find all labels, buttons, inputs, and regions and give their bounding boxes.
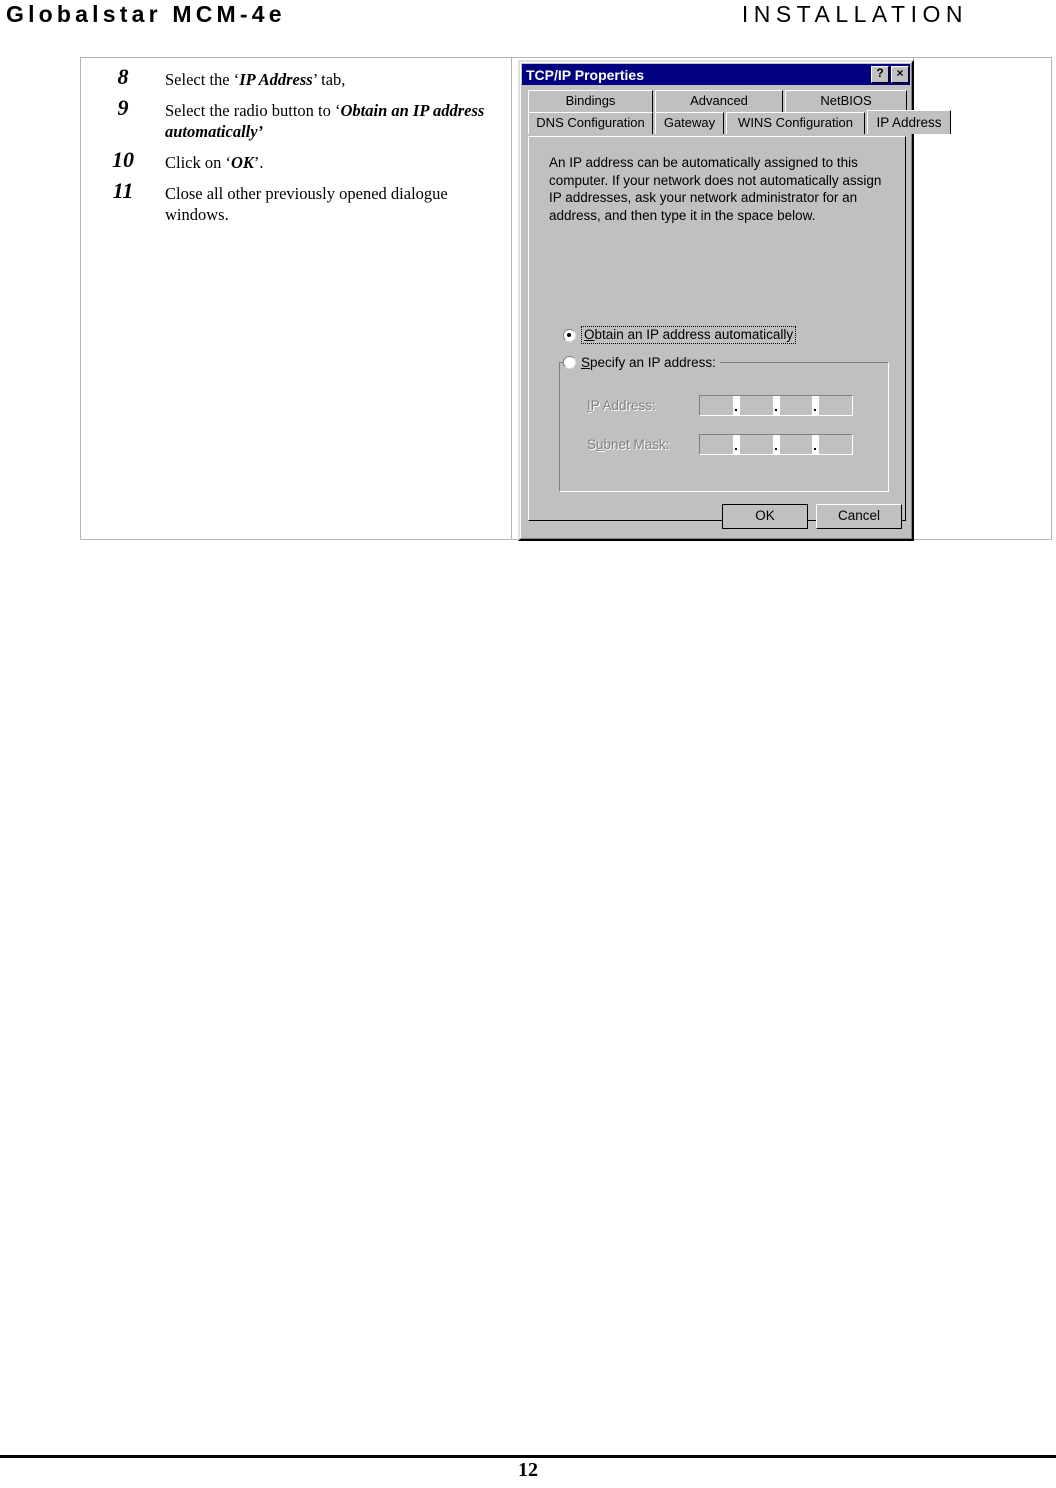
radio-mark-icon — [563, 356, 576, 369]
ip-separator-dot-icon — [812, 435, 820, 454]
cancel-button[interactable]: Cancel — [816, 504, 902, 529]
footer-divider — [0, 1455, 1056, 1458]
tab-row-top: Bindings Advanced NetBIOS — [528, 90, 907, 112]
table-row: 8 Select the ‘IP Address’ tab, — [81, 63, 509, 90]
subnet-mask-field-row: Subnet Mask: — [587, 434, 853, 455]
page-running-head: Globalstar MCM-4e INSTALLATION — [0, 0, 1056, 46]
tab-dns-configuration[interactable]: DNS Configuration — [528, 112, 653, 134]
tab-advanced[interactable]: Advanced — [655, 90, 783, 112]
close-icon[interactable]: × — [891, 66, 909, 83]
step-text: Close all other previously opened dialog… — [165, 184, 448, 224]
document-section-right: INSTALLATION — [741, 1, 968, 27]
step-text: Select the radio button to ‘Obtain an IP… — [165, 101, 485, 141]
titlebar-button-group: ? × — [871, 66, 909, 83]
tab-netbios[interactable]: NetBIOS — [785, 90, 907, 112]
mask-octet-1[interactable] — [700, 435, 733, 454]
step-number: 8 — [117, 64, 129, 89]
tab-bindings[interactable]: Bindings — [528, 90, 653, 112]
dialog-title: TCP/IP Properties — [526, 66, 645, 83]
mask-octet-2[interactable] — [740, 435, 773, 454]
document-title-left: Globalstar MCM-4e — [6, 1, 286, 27]
tab-ip-address[interactable]: IP Address — [867, 110, 951, 134]
panel-description: An IP address can be automatically assig… — [549, 155, 882, 223]
table-row: 10 Click on ‘OK’. — [81, 146, 509, 173]
step-text: Click on ‘OK’. — [165, 153, 264, 172]
radio-specify-label: Specify an IP address: — [581, 355, 716, 370]
subnet-mask-input[interactable] — [699, 434, 853, 455]
radio-obtain-ip-automatically[interactable]: Obtain an IP address automatically — [563, 326, 797, 344]
radio-mark-icon — [563, 328, 576, 342]
step-text: Select the ‘IP Address’ tab, — [165, 70, 346, 89]
tab-gateway[interactable]: Gateway — [655, 112, 724, 134]
step-number: 10 — [112, 147, 134, 172]
tcpip-properties-dialog: TCP/IP Properties ? × Bindings Advanced … — [518, 60, 951, 541]
tab-wins-configuration[interactable]: WINS Configuration — [726, 112, 865, 134]
ip-octet-1[interactable] — [700, 396, 733, 415]
ip-separator-dot-icon — [732, 396, 740, 415]
ip-address-label: IP Address: — [587, 398, 656, 413]
subnet-mask-label: Subnet Mask: — [587, 437, 670, 452]
ip-address-field-row: IP Address: — [587, 395, 853, 416]
help-icon[interactable]: ? — [871, 66, 889, 83]
ip-separator-dot-icon — [732, 435, 740, 454]
page-number: 12 — [518, 1459, 538, 1481]
step-number: 11 — [112, 178, 134, 203]
ip-octet-4[interactable] — [819, 396, 852, 415]
mask-octet-4[interactable] — [819, 435, 852, 454]
steps-list: 8 Select the ‘IP Address’ tab, 9 Select … — [81, 63, 509, 229]
ok-button[interactable]: OK — [722, 504, 808, 529]
dialog-titlebar: TCP/IP Properties ? × — [522, 64, 910, 85]
ip-address-input[interactable] — [699, 395, 853, 416]
dialog-tabstrip: Bindings Advanced NetBIOS DNS Configurat… — [528, 90, 951, 138]
table-column-divider — [511, 58, 512, 539]
radio-specify-ip-address[interactable]: Specify an IP address: — [563, 355, 720, 370]
specify-ip-groupbox — [559, 362, 889, 492]
step-number: 9 — [117, 95, 129, 120]
ip-separator-dot-icon — [772, 396, 780, 415]
radio-obtain-label: Obtain an IP address automatically — [581, 326, 797, 344]
mask-octet-3[interactable] — [780, 435, 813, 454]
table-row: 11 Close all other previously opened dia… — [81, 177, 509, 225]
ip-separator-dot-icon — [812, 396, 820, 415]
table-row: 9 Select the radio button to ‘Obtain an … — [81, 94, 509, 142]
ip-octet-2[interactable] — [740, 396, 773, 415]
ip-octet-3[interactable] — [780, 396, 813, 415]
dialog-button-group: OK Cancel — [722, 504, 902, 529]
ip-address-tab-panel: An IP address can be automatically assig… — [528, 136, 906, 521]
ip-separator-dot-icon — [772, 435, 780, 454]
tab-row-bottom: DNS Configuration Gateway WINS Configura… — [528, 110, 951, 134]
